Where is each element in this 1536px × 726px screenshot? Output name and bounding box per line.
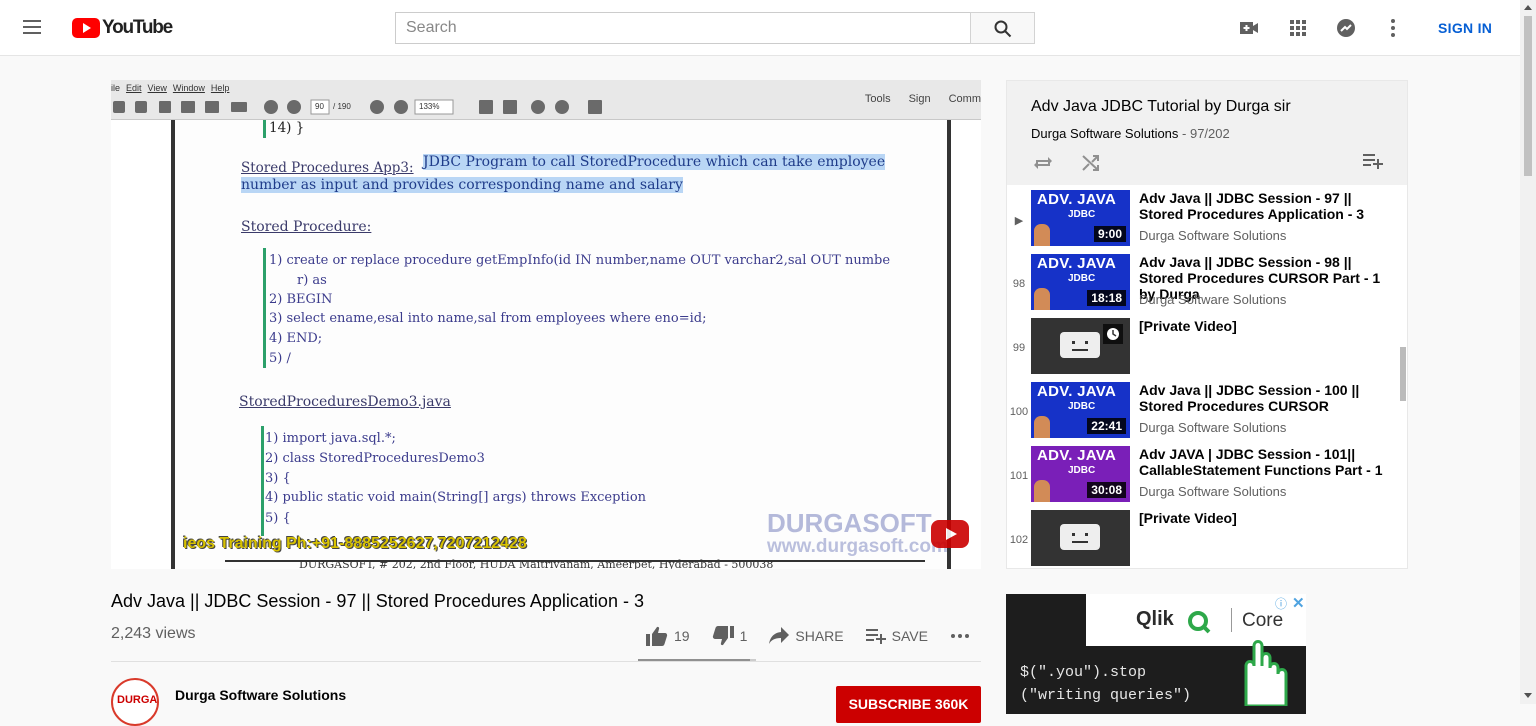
video-frame-document: 14) } Stored Procedures App3: JDBC Progr…	[171, 120, 951, 569]
video-ticker-text: ieos Training Ph:+91-8885252627,72072124…	[183, 535, 527, 552]
video-thumbnail: ADV. JAVA JDBC 9:00	[1031, 190, 1130, 246]
playlist-item-index: 101	[1009, 470, 1029, 482]
now-playing-icon: ▶	[1014, 215, 1024, 227]
shuffle-icon[interactable]	[1081, 153, 1101, 178]
playlist-item[interactable]: ▶ ADV. JAVA JDBC 9:00 Adv Java || JDBC Se…	[1007, 190, 1407, 254]
youtube-play-icon	[72, 18, 100, 38]
playlist-item[interactable]: 101 ADV. JAVA JDBC 30:08 Adv JAVA | JDBC …	[1007, 446, 1407, 510]
thumbs-down-icon	[712, 626, 734, 646]
video-title: Adv Java || JDBC Session - 97 || Stored …	[111, 591, 644, 611]
like-count: 19	[674, 628, 690, 644]
playlist-item[interactable]: 102 [Private Video]	[1007, 510, 1407, 568]
scroll-thumb[interactable]	[1524, 16, 1532, 176]
video-thumbnail: ADV. JAVA JDBC 30:08	[1031, 446, 1130, 502]
playlist-panel: Adv Java JDBC Tutorial by Durga sir Durg…	[1006, 80, 1408, 569]
playlist-item-channel: Durga Software Solutions	[1139, 420, 1287, 435]
ad-brand: Qlik	[1136, 608, 1174, 630]
ad-code-line: ("writing queries")	[1020, 687, 1192, 704]
guide-menu-icon[interactable]	[20, 16, 50, 40]
scroll-down-arrow-icon[interactable]	[1524, 693, 1532, 698]
video-duration: 9:00	[1093, 226, 1126, 242]
share-button[interactable]: SHARE	[769, 627, 844, 645]
more-horizontal-icon	[950, 634, 969, 638]
save-playlist-icon[interactable]	[1363, 153, 1383, 174]
apps-grid-icon[interactable]	[1286, 16, 1310, 40]
video-thumbnail: ADV. JAVA JDBC 18:18	[1031, 254, 1130, 310]
watch-later-icon	[1103, 324, 1123, 344]
search-button[interactable]	[970, 12, 1035, 44]
playlist-header: Adv Java JDBC Tutorial by Durga sir Durg…	[1007, 81, 1407, 185]
view-count: 2,243 views	[111, 625, 196, 642]
playlist-item-title: Adv JAVA | JDBC Session - 101|| Callable…	[1139, 446, 1383, 478]
messages-icon[interactable]	[1334, 16, 1358, 40]
playlist-scrollbar[interactable]	[1400, 347, 1406, 401]
ad-close-icon[interactable]: ✕	[1292, 594, 1305, 612]
ad-product: Core	[1242, 610, 1284, 631]
share-label: SHARE	[795, 628, 844, 644]
masthead: YouTube Search SIGN IN	[0, 0, 1520, 56]
youtube-logo[interactable]: YouTube	[72, 17, 173, 39]
playlist-item-title: [Private Video]	[1139, 318, 1237, 334]
page-scrollbar[interactable]	[1520, 0, 1536, 704]
playlist-item-index: 100	[1009, 406, 1029, 418]
save-button[interactable]: SAVE	[865, 628, 928, 644]
playlist-item[interactable]: 98 ADV. JAVA JDBC 18:18 Adv Java || JDBC …	[1007, 254, 1407, 318]
playlist-subtitle: Durga Software Solutions - 97/202	[1031, 126, 1230, 141]
playlist-item-channel: Durga Software Solutions	[1139, 228, 1287, 243]
qlik-logo-icon	[1188, 611, 1211, 634]
video-duration: 30:08	[1087, 482, 1126, 498]
dislike-button[interactable]: 1	[712, 626, 748, 646]
playlist-owner[interactable]: Durga Software Solutions	[1031, 126, 1178, 141]
search-icon	[994, 20, 1012, 38]
channel-name[interactable]: Durga Software Solutions	[175, 687, 346, 703]
playlist-item-index: 98	[1012, 278, 1026, 290]
display-ad[interactable]: Qlik Core ⓘ ✕ $(".you").stop ("writing q…	[1006, 594, 1306, 714]
loop-icon[interactable]	[1033, 153, 1053, 178]
more-actions-button[interactable]	[950, 633, 976, 639]
playlist-title[interactable]: Adv Java JDBC Tutorial by Durga sir	[1031, 98, 1291, 116]
subscribe-button[interactable]: SUBSCRIBE 360K	[836, 686, 981, 723]
playlist-position: - 97/202	[1178, 126, 1230, 141]
playlist-item-title: Adv Java || JDBC Session - 100 || Stored…	[1139, 382, 1360, 414]
video-actions: 19 1 SHARE SAVE	[646, 624, 998, 648]
video-duration: 22:41	[1087, 418, 1126, 434]
like-button[interactable]: 19	[646, 626, 690, 646]
playlist-item-index: 99	[1012, 342, 1026, 354]
add-to-playlist-icon	[865, 629, 886, 644]
video-frame-menubar: ile Edit View Window Help	[111, 83, 230, 93]
playlist-item[interactable]: 99 [Private Video]	[1007, 318, 1407, 382]
video-duration: 18:18	[1087, 290, 1126, 306]
search-input[interactable]: Search	[395, 12, 971, 44]
playlist-item[interactable]: 100 ADV. JAVA JDBC 22:41 Adv Java || JDBC…	[1007, 382, 1407, 446]
thumbs-up-icon	[646, 626, 668, 646]
save-label: SAVE	[891, 628, 928, 644]
playlist-item-channel: Durga Software Solutions	[1139, 292, 1287, 307]
youtube-watermark-icon[interactable]	[931, 520, 969, 548]
playlist-item-title: [Private Video]	[1139, 510, 1237, 526]
video-frame-tools: Tools Sign Comm	[864, 93, 981, 105]
sign-in-button[interactable]: SIGN IN	[1438, 20, 1492, 36]
playlist-item-channel: Durga Software Solutions	[1139, 484, 1287, 499]
video-watermark: DURGASOFT	[767, 508, 932, 538]
scroll-up-arrow-icon[interactable]	[1524, 5, 1532, 10]
info-divider	[111, 661, 981, 662]
ad-code-line: $(".you").stop	[1020, 664, 1147, 681]
playlist-item-title: Adv Java || JDBC Session - 97 || Stored …	[1139, 190, 1365, 222]
video-frame-toolbar-icons	[113, 99, 602, 115]
video-player[interactable]: ile Edit View Window Help 90 / 190 133% Tool…	[111, 80, 981, 569]
ad-info-icon[interactable]: ⓘ	[1275, 595, 1287, 612]
hand-cursor-icon	[1244, 640, 1288, 706]
share-icon	[769, 627, 790, 644]
logo-text: YouTube	[102, 17, 173, 38]
video-thumbnail: ADV. JAVA JDBC 22:41	[1031, 382, 1130, 438]
playlist-item-index: 102	[1009, 534, 1029, 546]
private-video-thumbnail	[1031, 318, 1130, 374]
video-watermark-url: www.durgasoft.com	[767, 536, 948, 557]
create-video-icon[interactable]	[1237, 16, 1261, 40]
channel-avatar[interactable]: DURGA	[111, 678, 159, 726]
private-video-thumbnail	[1031, 510, 1130, 566]
dislike-count: 1	[739, 628, 748, 644]
video-frame-pdf-toolbar: ile Edit View Window Help 90 / 190 133% Tool…	[111, 80, 981, 120]
settings-more-icon[interactable]	[1381, 16, 1405, 40]
